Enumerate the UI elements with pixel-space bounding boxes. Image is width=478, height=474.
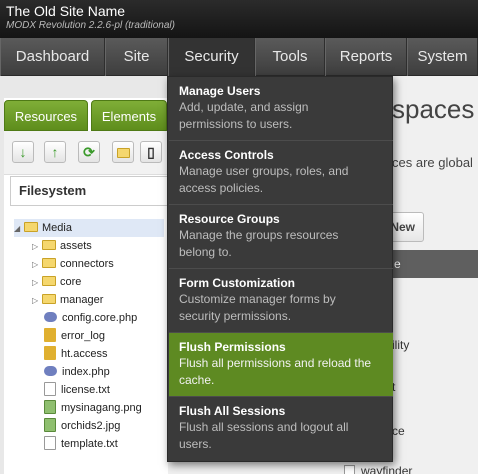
collapsed-arrow-icon[interactable]: ▷	[32, 256, 42, 274]
nav-reports[interactable]: Reports	[325, 38, 407, 76]
grid-row[interactable]: ility	[392, 338, 409, 352]
image-file-icon	[44, 418, 56, 432]
nav-dashboard[interactable]: Dashboard	[0, 38, 105, 76]
lock-icon	[44, 346, 56, 360]
menu-item-form-customization[interactable]: Form Customization Customize manager for…	[169, 269, 393, 333]
row-checkbox[interactable]	[344, 465, 355, 474]
folder-open-icon	[24, 222, 38, 232]
collapsed-arrow-icon[interactable]: ▷	[32, 292, 42, 310]
tab-elements[interactable]: Elements	[91, 100, 167, 131]
text-file-icon	[44, 382, 56, 396]
lock-icon	[44, 328, 56, 342]
tree-file[interactable]: template.txt	[44, 435, 118, 453]
new-folder-icon[interactable]	[112, 141, 134, 163]
tab-resources[interactable]: Resources	[4, 100, 88, 131]
tree-file[interactable]: license.txt	[44, 381, 110, 399]
tree-file[interactable]: orchids2.jpg	[44, 417, 120, 435]
main-nav: Dashboard Site Security Tools Reports Sy…	[0, 38, 478, 76]
tree-file[interactable]: index.php	[44, 363, 110, 381]
folder-icon	[42, 258, 56, 268]
version-label: MODX Revolution 2.2.6-pl (traditional)	[6, 20, 175, 31]
tree-folder[interactable]: ▷ core	[32, 273, 81, 291]
nav-system[interactable]: System	[407, 38, 478, 76]
menu-item-flush-permissions[interactable]: Flush Permissions Flush all permissions …	[169, 333, 393, 397]
menu-item-flush-all-sessions[interactable]: Flush All Sessions Flush all sessions an…	[169, 397, 393, 461]
text-file-icon	[44, 436, 56, 450]
php-icon	[44, 366, 57, 376]
folder-icon	[42, 276, 56, 286]
nav-site[interactable]: Site	[105, 38, 168, 76]
collapsed-arrow-icon[interactable]: ▷	[32, 238, 42, 256]
folder-icon	[42, 294, 56, 304]
tree-file[interactable]: error_log	[44, 327, 105, 345]
refresh-icon[interactable]: ⟳	[78, 141, 100, 163]
page-heading: spaces	[392, 94, 475, 124]
sort-down-icon[interactable]: ↓	[12, 141, 34, 163]
menu-item-manage-users[interactable]: Manage Users Add, update, and assign per…	[169, 77, 393, 141]
page-description: ces are global	[392, 155, 473, 170]
security-dropdown-menu: Manage Users Add, update, and assign per…	[167, 76, 393, 462]
site-name[interactable]: The Old Site Name	[6, 3, 125, 19]
folder-icon	[42, 240, 56, 250]
grid-row[interactable]: ce	[392, 424, 405, 438]
grid-row-wayfinder[interactable]: wayfinder	[344, 464, 412, 474]
tree-folder[interactable]: ▷ assets	[32, 237, 92, 255]
filesystem-select[interactable]: Filesystem	[10, 176, 168, 206]
php-icon	[44, 312, 57, 322]
tree-file[interactable]: ht.access	[44, 345, 107, 363]
tree-file[interactable]: mysinagang.png	[44, 399, 142, 417]
collapsed-arrow-icon[interactable]: ▷	[32, 274, 42, 292]
top-header: The Old Site Name MODX Revolution 2.2.6-…	[0, 0, 478, 38]
tree-file[interactable]: config.core.php	[44, 309, 137, 327]
grid-header[interactable]: e	[390, 250, 478, 278]
nav-security[interactable]: Security	[168, 38, 255, 76]
tree-root-media[interactable]: ◢ Media	[14, 219, 164, 237]
row-label: wayfinder	[361, 464, 413, 474]
image-file-icon	[44, 400, 56, 414]
menu-item-resource-groups[interactable]: Resource Groups Manage the groups resour…	[169, 205, 393, 269]
tree-folder[interactable]: ▷ connectors	[32, 255, 114, 273]
sort-up-icon[interactable]: ↑	[44, 141, 66, 163]
menu-item-access-controls[interactable]: Access Controls Manage user groups, role…	[169, 141, 393, 205]
expanded-arrow-icon[interactable]: ◢	[14, 220, 24, 238]
tree-folder[interactable]: ▷ manager	[32, 291, 103, 309]
new-file-icon[interactable]: ▯	[140, 141, 162, 163]
nav-tools[interactable]: Tools	[255, 38, 325, 76]
